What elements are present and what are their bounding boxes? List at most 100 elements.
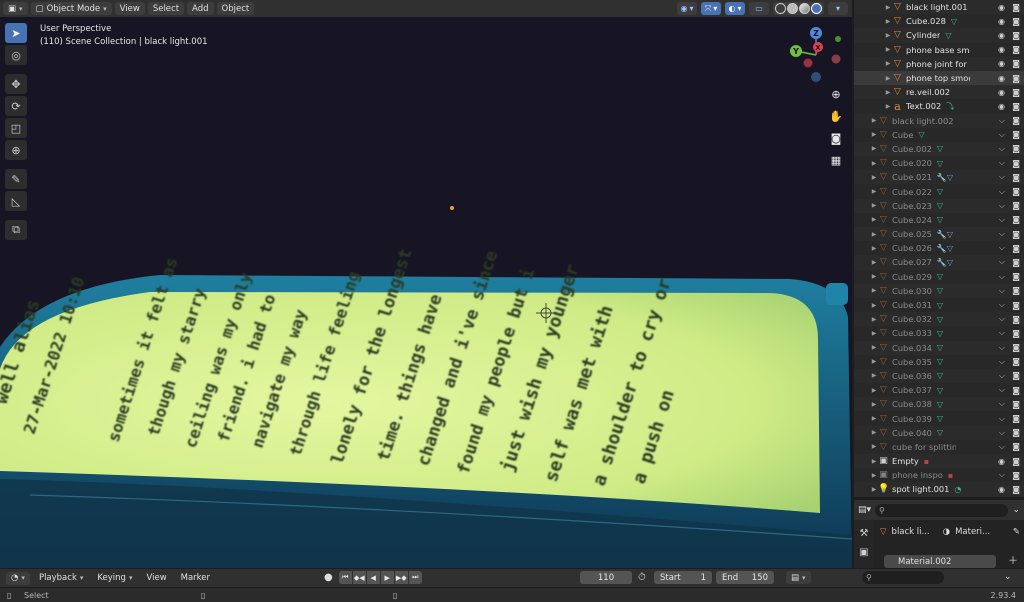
mesh-data-icon[interactable]: ▽	[937, 301, 943, 310]
hidden-eye-icon[interactable]: ⌵	[999, 116, 1005, 126]
expand-arrow-icon[interactable]: ▶	[884, 103, 892, 110]
expand-arrow-icon[interactable]: ▶	[870, 472, 878, 479]
expand-arrow-icon[interactable]: ▶	[870, 316, 878, 323]
mesh-data-icon[interactable]: ▽	[937, 357, 943, 366]
wrench-icon[interactable]: 🔧▽	[937, 244, 953, 253]
hidden-eye-icon[interactable]: ⌵	[999, 130, 1005, 140]
expand-arrow-icon[interactable]: ▶	[870, 145, 878, 152]
gizmo-neg-y-axis[interactable]	[831, 54, 841, 64]
mode-dropdown[interactable]: ▢ Object Mode ▾	[30, 2, 112, 15]
render-camera-icon[interactable]: ◙	[1012, 442, 1020, 451]
timeline-options-icon[interactable]: ⌄	[1004, 572, 1012, 582]
render-camera-icon[interactable]: ◙	[1012, 286, 1020, 295]
menu-select[interactable]: Select	[147, 2, 185, 15]
expand-arrow-icon[interactable]: ▶	[870, 443, 878, 450]
eye-icon[interactable]: ◉	[998, 59, 1005, 68]
outliner-row[interactable]: ▶ ▽ Cube.028 ▽ ◉ ◙	[854, 14, 1024, 28]
outliner-row[interactable]: ▶ ▽ Cube.035 ▽ ⌵ ◙	[854, 355, 1024, 369]
render-camera-icon[interactable]: ◙	[1012, 272, 1020, 281]
expand-arrow-icon[interactable]: ▶	[884, 75, 892, 82]
outliner-row[interactable]: ▶ ▽ Cube.034 ▽ ⌵ ◙	[854, 340, 1024, 355]
render-camera-icon[interactable]: ◙	[1012, 485, 1020, 494]
outliner-row[interactable]: ▶ ▽ Cube.002 ▽ ⌵ ◙	[854, 141, 1024, 157]
start-frame-field[interactable]: Start 1	[654, 571, 712, 584]
outliner-row[interactable]: ▶ ▽ cube for splitting ⌵ ◙	[854, 440, 1024, 454]
mesh-data-icon[interactable]: ▽	[937, 400, 943, 409]
hidden-eye-icon[interactable]: ⌵	[999, 371, 1005, 381]
menu-object[interactable]: Object	[216, 2, 255, 15]
mesh-data-icon[interactable]: ▽	[937, 159, 943, 168]
eye-icon[interactable]: ◉	[998, 485, 1005, 494]
mesh-data-icon[interactable]: ▽	[945, 31, 951, 40]
menu-view[interactable]: View	[114, 2, 145, 15]
timeline-search-input[interactable]: ⚲	[862, 571, 944, 584]
eye-icon[interactable]: ◉	[998, 31, 1005, 40]
scale-tool-button[interactable]: ◰	[5, 118, 27, 138]
mesh-data-icon[interactable]: ▽	[937, 272, 943, 281]
expand-arrow-icon[interactable]: ▶	[870, 387, 878, 394]
rendered-shading-icon[interactable]	[811, 3, 822, 14]
outliner-row[interactable]: ▶ ▽ Cube.027 🔧▽ ⌵ ◙	[854, 255, 1024, 270]
hidden-eye-icon[interactable]: ⌵	[999, 357, 1005, 367]
render-camera-icon[interactable]: ◙	[1012, 329, 1020, 338]
wrench-icon[interactable]: 🔧▽	[937, 173, 953, 182]
hidden-eye-icon[interactable]: ⌵	[999, 144, 1005, 154]
hidden-eye-icon[interactable]: ⌵	[999, 215, 1005, 225]
gizmo-toggle[interactable]: ⤧ ▾	[701, 2, 721, 15]
outliner-row[interactable]: ▶ ▽ Cube.039 ▽ ⌵ ◙	[854, 411, 1024, 425]
material-shading-icon[interactable]	[799, 3, 810, 14]
jump-start-icon[interactable]: ⏮	[338, 571, 352, 584]
add-slot-icon[interactable]: ＋	[1008, 552, 1018, 567]
render-camera-icon[interactable]: ◙	[1012, 315, 1020, 324]
render-camera-icon[interactable]: ◙	[1012, 357, 1020, 366]
select-tool-button[interactable]: ➤	[5, 23, 27, 43]
hidden-eye-icon[interactable]: ⌵	[999, 343, 1005, 353]
image-icon[interactable]: ▪	[924, 457, 929, 466]
outliner-row[interactable]: ▶ ▽ Cube.023 ▽ ⌵ ◙	[854, 198, 1024, 213]
render-camera-icon[interactable]: ◙	[1012, 230, 1020, 239]
expand-arrow-icon[interactable]: ▶	[870, 216, 878, 223]
render-camera-icon[interactable]: ◙	[1012, 244, 1020, 253]
eye-icon[interactable]: ◉	[998, 3, 1005, 12]
move-tool-button[interactable]: ✥	[5, 74, 27, 94]
hidden-eye-icon[interactable]: ⌵	[999, 243, 1005, 253]
outliner-row[interactable]: ▶ ▽ Cube.029 ▽ ⌵ ◙	[854, 270, 1024, 284]
render-camera-icon[interactable]: ◙	[1012, 258, 1020, 267]
hidden-eye-icon[interactable]: ⌵	[999, 399, 1005, 409]
zoom-icon[interactable]: ⊕	[826, 85, 846, 104]
render-camera-icon[interactable]: ◙	[1012, 3, 1020, 12]
xray-toggle[interactable]: ▭	[749, 2, 769, 15]
outliner-row[interactable]: ▶ ▽ black light.001 ◉ ◙	[854, 0, 1024, 15]
mesh-data-icon[interactable]: ▽	[937, 386, 943, 395]
play-icon[interactable]: ▶	[380, 571, 394, 584]
hidden-eye-icon[interactable]: ⌵	[999, 172, 1005, 182]
expand-arrow-icon[interactable]: ▶	[870, 372, 878, 379]
expand-arrow-icon[interactable]: ▶	[870, 117, 878, 124]
eye-icon[interactable]: ◉	[998, 88, 1005, 97]
hidden-eye-icon[interactable]: ⌵	[999, 428, 1005, 438]
render-camera-icon[interactable]: ◙	[1012, 74, 1020, 83]
annotate-tool-button[interactable]: ✎	[5, 169, 27, 189]
wrench-icon[interactable]: 🔧▽	[937, 258, 953, 267]
expand-arrow-icon[interactable]: ▶	[884, 46, 892, 53]
expand-arrow-icon[interactable]: ▶	[870, 245, 878, 252]
outliner-row[interactable]: ▶ ▽ phone base smo ◉ ◙	[854, 43, 1024, 57]
add-cube-tool-button[interactable]: ⧉	[5, 220, 27, 240]
image-icon[interactable]: ▪	[948, 471, 953, 480]
expand-arrow-icon[interactable]: ▶	[870, 174, 878, 181]
render-camera-icon[interactable]: ◙	[1012, 45, 1020, 54]
render-camera-icon[interactable]: ◙	[1012, 130, 1020, 139]
gizmo-neg-z-axis[interactable]	[811, 72, 821, 82]
hidden-eye-icon[interactable]: ⌵	[999, 229, 1005, 239]
mesh-data-icon[interactable]: ▽	[937, 329, 943, 338]
light-data-icon[interactable]: ◔	[954, 485, 961, 494]
shading-dropdown[interactable]: ▾	[828, 2, 848, 15]
expand-arrow-icon[interactable]: ▶	[870, 415, 878, 422]
render-camera-icon[interactable]: ◙	[1012, 371, 1020, 380]
hidden-eye-icon[interactable]: ⌵	[999, 272, 1005, 282]
outliner-row[interactable]: ▶ ▽ Cube.036 ▽ ⌵ ◙	[854, 368, 1024, 384]
mesh-data-icon[interactable]: ▽	[918, 130, 924, 139]
navigation-gizmo[interactable]: Z Y X	[788, 25, 846, 85]
expand-arrow-icon[interactable]: ▶	[870, 330, 878, 337]
hidden-eye-icon[interactable]: ⌵	[999, 300, 1005, 310]
